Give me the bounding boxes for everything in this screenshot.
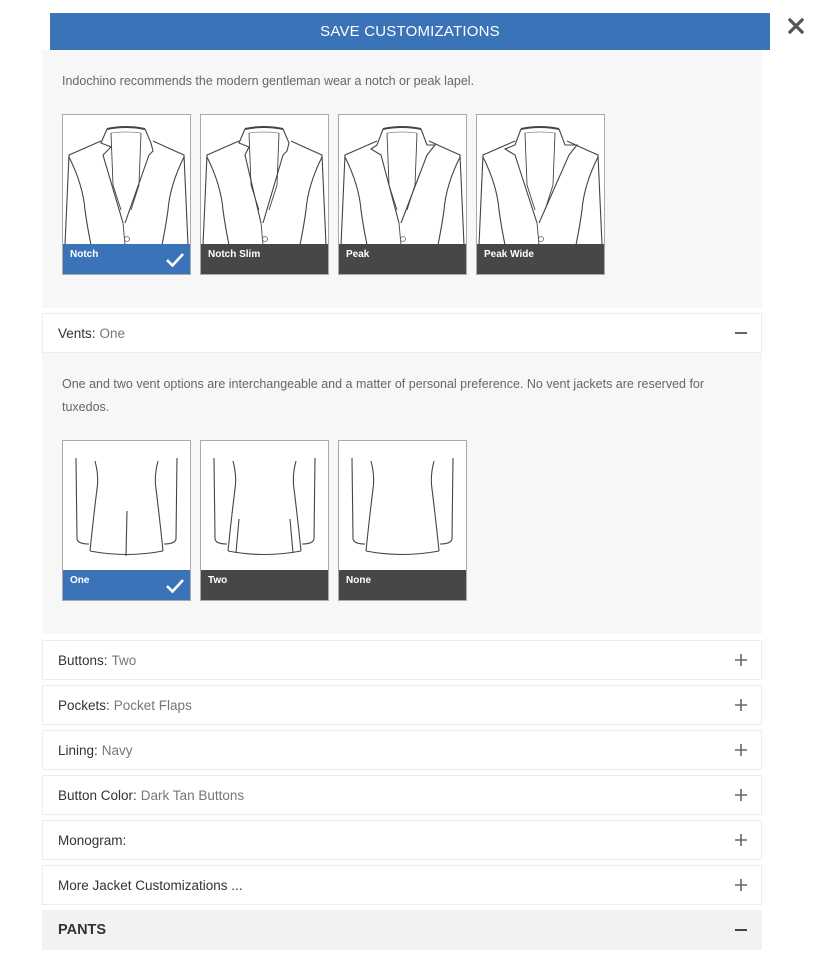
- vents-title: Vents:: [58, 325, 96, 341]
- row-title: Pockets:: [58, 697, 110, 713]
- pants-section-title: PANTS: [58, 922, 107, 938]
- vents-value: One: [99, 325, 126, 341]
- option-label: Peak: [339, 244, 466, 274]
- plus-icon[interactable]: [734, 788, 748, 802]
- vents-accordion-header[interactable]: Vents: One: [42, 313, 762, 353]
- plus-icon[interactable]: [734, 878, 748, 892]
- checkmark-icon: [166, 253, 184, 268]
- jacket-notch-illustration: [64, 126, 189, 245]
- row-title: Lining:: [58, 742, 98, 758]
- vent-option-one[interactable]: One: [62, 440, 191, 601]
- checkmark-icon: [166, 579, 184, 594]
- option-label: Notch Slim: [201, 244, 328, 274]
- plus-icon[interactable]: [734, 833, 748, 847]
- vent-option-none[interactable]: None: [338, 440, 467, 601]
- plus-icon[interactable]: [734, 698, 748, 712]
- lapel-option-list: Notch Notch Slim Peak Peak Wide: [62, 114, 614, 275]
- row-title: Monogram:: [58, 832, 127, 848]
- pockets-accordion-header[interactable]: Pockets: Pocket Flaps: [42, 685, 762, 725]
- vents-description: One and two vent options are interchange…: [62, 377, 705, 414]
- option-label: Two: [201, 570, 328, 600]
- row-value: Two: [111, 652, 137, 668]
- buttons-accordion-header[interactable]: Buttons: Two: [42, 640, 762, 680]
- close-icon: [788, 18, 804, 34]
- lining-accordion-header[interactable]: Lining: Navy: [42, 730, 762, 770]
- lapel-option-peak[interactable]: Peak: [338, 114, 467, 275]
- jacket-peak-wide-illustration: [478, 126, 603, 245]
- row-value: Navy: [101, 742, 133, 758]
- jacket-notch-slim-illustration: [202, 126, 327, 245]
- vents-options-panel: One and two vent options are interchange…: [42, 353, 762, 634]
- plus-icon[interactable]: [734, 653, 748, 667]
- jacket-back-two-vent-illustration: [213, 457, 316, 556]
- more-jacket-customizations-accordion-header[interactable]: More Jacket Customizations ...: [42, 865, 762, 905]
- jacket-back-no-vent-illustration: [351, 457, 454, 556]
- lapel-options-panel: Indochino recommends the modern gentlema…: [42, 50, 762, 308]
- lapel-option-notch[interactable]: Notch: [62, 114, 191, 275]
- plus-icon[interactable]: [734, 743, 748, 757]
- close-button[interactable]: [785, 15, 807, 37]
- minus-icon[interactable]: [734, 326, 748, 340]
- save-customizations-button[interactable]: SAVE CUSTOMIZATIONS: [50, 13, 770, 50]
- row-value: Pocket Flaps: [113, 697, 192, 713]
- row-value: Dark Tan Buttons: [140, 787, 245, 803]
- option-label: Peak Wide: [477, 244, 604, 274]
- jacket-peak-illustration: [340, 126, 465, 245]
- row-title: More Jacket Customizations ...: [58, 877, 243, 893]
- row-title: Buttons:: [58, 652, 108, 668]
- option-label: None: [339, 570, 466, 600]
- pants-section-header[interactable]: PANTS: [42, 910, 762, 950]
- vent-option-two[interactable]: Two: [200, 440, 329, 601]
- button-color-accordion-header[interactable]: Button Color: Dark Tan Buttons: [42, 775, 762, 815]
- row-title: Button Color:: [58, 787, 137, 803]
- jacket-back-one-vent-illustration: [75, 457, 178, 557]
- vent-option-list: One Two None: [62, 440, 476, 601]
- minus-icon[interactable]: [734, 923, 748, 937]
- lapel-option-notch-slim[interactable]: Notch Slim: [200, 114, 329, 275]
- monogram-accordion-header[interactable]: Monogram:: [42, 820, 762, 860]
- lapel-option-peak-wide[interactable]: Peak Wide: [476, 114, 605, 275]
- lapel-description: Indochino recommends the modern gentlema…: [62, 74, 475, 88]
